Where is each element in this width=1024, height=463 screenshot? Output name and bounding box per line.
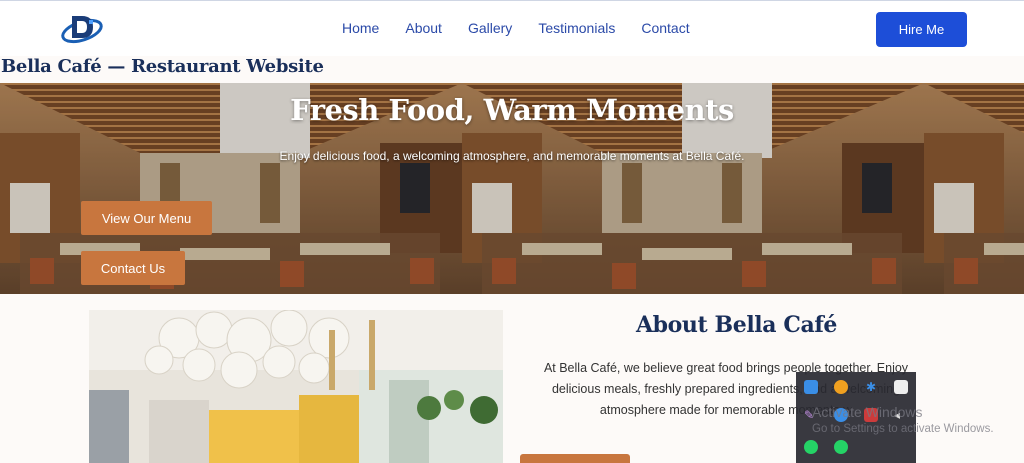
nav-link-about[interactable]: About <box>405 20 442 36</box>
about-title: About Bella Café <box>636 312 837 338</box>
activate-windows-title: Activate Windows <box>812 404 923 420</box>
nav-link-gallery[interactable]: Gallery <box>468 20 512 36</box>
bluetooth-icon[interactable]: ✱ <box>864 380 878 394</box>
nav-links: Home About Gallery Testimonials Contact <box>342 20 716 36</box>
activate-windows-subtitle: Go to Settings to activate Windows. <box>812 423 994 435</box>
hero-title: Fresh Food, Warm Moments <box>290 93 734 127</box>
about-read-more-button[interactable] <box>520 454 630 463</box>
whatsapp-icon[interactable] <box>804 440 818 454</box>
top-navbar: Home About Gallery Testimonials Contact … <box>0 0 1024 56</box>
page: Home About Gallery Testimonials Contact … <box>0 0 1024 463</box>
whatsapp-business-icon[interactable] <box>834 440 848 454</box>
hero-section: Fresh Food, Warm Moments Enjoy delicious… <box>0 83 1024 294</box>
security-icon[interactable] <box>894 380 908 394</box>
hero-subtitle: Enjoy delicious food, a welcoming atmosp… <box>279 149 745 163</box>
about-image <box>89 310 503 463</box>
nav-link-contact[interactable]: Contact <box>641 20 689 36</box>
hire-me-button[interactable]: Hire Me <box>876 12 967 47</box>
view-menu-button[interactable]: View Our Menu <box>81 201 212 235</box>
folder-icon[interactable] <box>804 380 818 394</box>
logo-icon[interactable] <box>60 11 106 47</box>
contact-us-button[interactable]: Contact Us <box>81 251 185 285</box>
update-icon[interactable] <box>834 380 848 394</box>
nav-link-testimonials[interactable]: Testimonials <box>538 20 615 36</box>
site-title: Bella Café — Restaurant Website <box>1 56 324 77</box>
nav-link-home[interactable]: Home <box>342 20 379 36</box>
